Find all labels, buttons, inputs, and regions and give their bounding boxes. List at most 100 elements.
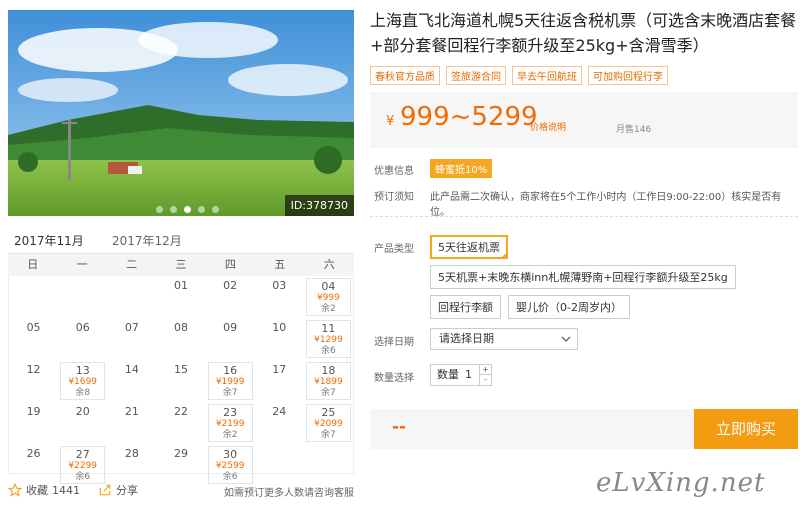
carousel-dot[interactable] xyxy=(198,206,205,213)
option-infant-price[interactable]: 婴儿价（0-2周岁内） xyxy=(508,295,630,319)
booking-notice: 此产品需二次确认，商家将在5个工作小时内（工作日9:00-22:00）核实是否有… xyxy=(430,192,782,218)
day-price: ¥999 xyxy=(316,293,340,303)
day-price: ¥1699 xyxy=(68,377,98,387)
carousel-dot[interactable] xyxy=(170,206,177,213)
seats-left: 余7 xyxy=(321,388,336,398)
consult-note: 如需预订更多人数请咨询客服 xyxy=(224,488,354,499)
tab-month-december[interactable]: 2017年12月 xyxy=(112,232,182,249)
carousel-dot[interactable] xyxy=(212,206,219,213)
product-photo[interactable]: ID:378730 xyxy=(8,10,354,216)
calendar-day: 07 xyxy=(107,318,156,360)
quantity-value[interactable]: 1 xyxy=(465,365,472,385)
quantity-stepper[interactable]: 数量 1 + - xyxy=(430,364,492,386)
day-number: 21 xyxy=(124,405,139,418)
option-return-baggage[interactable]: 回程行李额 xyxy=(430,295,501,319)
share-button[interactable]: 分享 xyxy=(98,482,138,498)
seats-left: 余7 xyxy=(321,430,336,440)
carousel-dots[interactable] xyxy=(156,206,219,213)
day-number: 14 xyxy=(124,363,139,376)
carousel-dot[interactable] xyxy=(156,206,163,213)
calendar-day-available[interactable]: 25 ¥2099 余7 xyxy=(305,404,351,442)
calendar-day-available[interactable]: 11 ¥1299 余6 xyxy=(305,320,351,358)
day-number: 03 xyxy=(272,279,287,292)
calendar-grid: 01 02 03 04 ¥999 余2 05 06 07 08 09 10 11 ¥1299 余6 12 13 ¥… xyxy=(8,276,354,484)
weekday-label: 三 xyxy=(175,258,187,271)
option-ticket-hotel-bundle[interactable]: 5天机票+末晚东横inn札幌薄野南+回程行李额升级至25kg xyxy=(430,265,736,289)
calendar-day-available[interactable]: 13 ¥1699 余8 xyxy=(60,362,106,400)
day-number: 01 xyxy=(173,279,188,292)
seats-left: 余2 xyxy=(321,304,336,314)
day-number: 20 xyxy=(75,405,90,418)
date-label: 选择日期 xyxy=(374,337,414,348)
calendar-day: 24 xyxy=(255,402,304,444)
calendar-day-available[interactable]: 04 ¥999 余2 xyxy=(305,278,351,316)
purchase-bar: -- 立即购买 xyxy=(370,409,798,449)
quantity-label: 数量选择 xyxy=(374,373,414,384)
day-number: 13 xyxy=(75,364,90,377)
calendar-day: 05 xyxy=(9,318,58,360)
weekday-label: 四 xyxy=(224,258,236,271)
feature-tag: 早去午回航班 xyxy=(512,66,582,85)
day-number: 17 xyxy=(272,363,287,376)
seats-left: 余8 xyxy=(75,388,91,398)
quantity-prefix: 数量 xyxy=(437,368,459,381)
price-box: ¥ 999~5299 价格说明 月售146 xyxy=(370,92,798,148)
date-select[interactable]: 请选择日期 xyxy=(430,328,578,350)
calendar-day: 29 xyxy=(156,444,205,486)
favorite-label: 收藏 xyxy=(26,484,48,497)
day-number: 26 xyxy=(26,447,41,460)
month-tabs: 2017年11月 2017年12月 xyxy=(8,230,354,256)
feature-tags: 春秋官方品质 签旅游合同 早去午回航班 可加购回程行李 xyxy=(370,66,668,85)
calendar-day: 08 xyxy=(156,318,205,360)
day-number: 27 xyxy=(75,448,90,461)
divider xyxy=(370,216,798,217)
seats-left: 余6 xyxy=(321,346,336,356)
calendar-day-available[interactable]: 23 ¥2199 余2 xyxy=(207,404,253,442)
day-number: 02 xyxy=(223,279,238,292)
favorite-button[interactable]: 收藏 1441 xyxy=(8,482,80,498)
calendar-day-available[interactable]: 27 ¥2299 余6 xyxy=(60,446,106,484)
calendar-day-available[interactable]: 18 ¥1899 余7 xyxy=(305,362,351,400)
feature-tag: 可加购回程行李 xyxy=(588,66,668,85)
weekday-label: 五 xyxy=(274,258,286,271)
landscape-image xyxy=(8,10,354,216)
tab-month-november[interactable]: 2017年11月 xyxy=(12,232,88,256)
carousel-dot-active[interactable] xyxy=(184,206,191,213)
day-number: 24 xyxy=(272,405,287,418)
calendar-day: 19 xyxy=(9,402,58,444)
price-note-link[interactable]: 价格说明 xyxy=(530,120,566,133)
calendar-day: 22 xyxy=(156,402,205,444)
calendar-day: 26 xyxy=(9,444,58,486)
day-price: ¥2299 xyxy=(68,461,98,471)
feature-tag: 签旅游合同 xyxy=(446,66,506,85)
calendar-day: 12 xyxy=(9,360,58,402)
day-number: 11 xyxy=(321,322,336,335)
calendar-day: 06 xyxy=(58,318,107,360)
price-range: 999~5299 xyxy=(400,102,538,132)
star-icon xyxy=(8,483,22,497)
decrement-button[interactable]: - xyxy=(479,375,491,385)
option-5-day-ticket[interactable]: 5天往返机票 xyxy=(430,235,508,259)
calendar-day-available[interactable]: 30 ¥2599 余6 xyxy=(207,446,253,484)
calendar-day-available[interactable]: 16 ¥1999 余7 xyxy=(207,362,253,400)
photo-id-label: ID:378730 xyxy=(284,195,354,216)
day-number: 15 xyxy=(173,363,188,376)
calendar-day: 10 xyxy=(255,318,304,360)
calendar-day: 01 xyxy=(156,276,205,318)
day-price: ¥2599 xyxy=(215,461,245,471)
calendar-day: 15 xyxy=(156,360,205,402)
buy-now-button[interactable]: 立即购买 xyxy=(694,409,798,449)
day-number: 05 xyxy=(26,321,41,334)
seats-left: 余7 xyxy=(222,388,238,398)
calendar-day: 28 xyxy=(107,444,156,486)
day-number: 22 xyxy=(173,405,188,418)
share-label: 分享 xyxy=(116,484,138,497)
increment-button[interactable]: + xyxy=(479,365,491,375)
day-number: 30 xyxy=(223,448,238,461)
calendar-day xyxy=(255,444,304,486)
chevron-down-icon xyxy=(561,329,571,357)
calendar-day: 14 xyxy=(107,360,156,402)
date-select-value: 请选择日期 xyxy=(439,332,494,345)
calendar-day: 17 xyxy=(255,360,304,402)
monthly-sales: 月售146 xyxy=(616,125,652,135)
